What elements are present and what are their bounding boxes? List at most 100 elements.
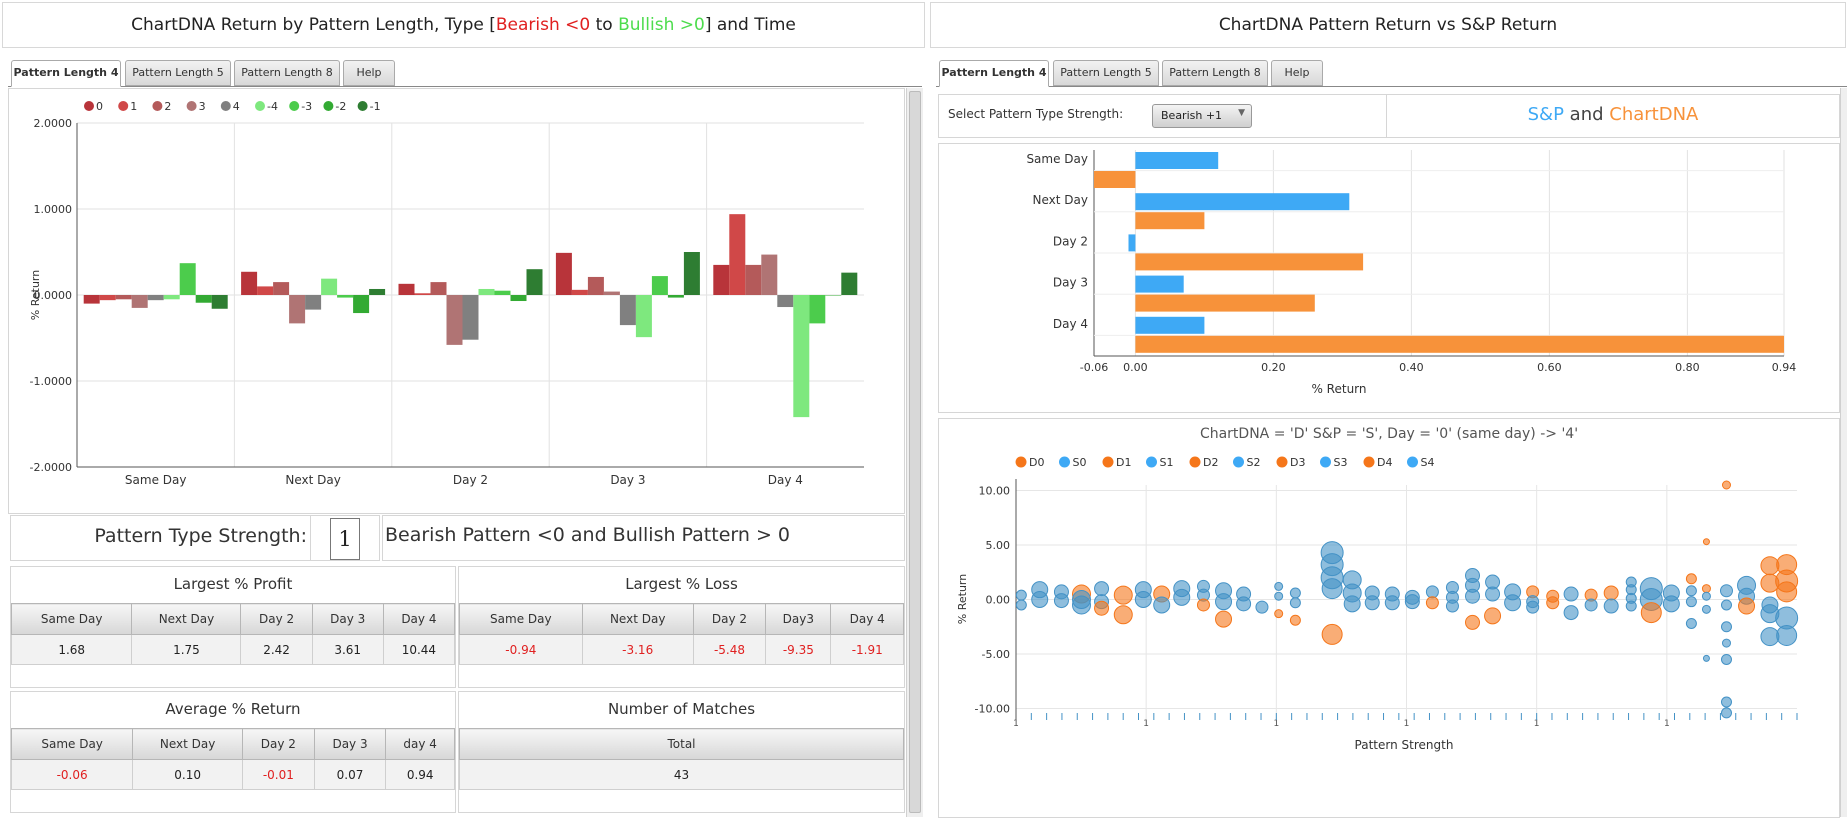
bubble (1685, 573, 1697, 585)
right-panel: ChartDNA Pattern Return vs S&P Return Pa… (930, 0, 1847, 823)
bar (337, 295, 354, 298)
bar (510, 295, 527, 302)
strength-label: Pattern Type Strength: (94, 525, 307, 547)
legend-marker (1276, 456, 1288, 468)
title-part-5: ] and Time (704, 15, 796, 35)
bubble (1685, 585, 1697, 597)
bubble (1364, 595, 1380, 611)
bar (1135, 335, 1784, 353)
tab-help[interactable]: Help (1271, 60, 1323, 86)
bubble (1702, 654, 1710, 662)
x-tick-label: 1 (1664, 719, 1670, 729)
left-panel: ChartDNA Return by Pattern Length, Type … (0, 0, 930, 823)
bubble (1255, 600, 1269, 614)
bubble (1685, 596, 1697, 608)
bar (257, 286, 274, 295)
bar (603, 291, 620, 295)
x-tick-label: Same Day (125, 473, 187, 487)
column-header: Same Day (10, 728, 134, 760)
pattern-strength-select[interactable]: Bearish +1 ▼ (1152, 104, 1252, 128)
bar (1135, 275, 1184, 293)
legend-label: 0 (96, 100, 103, 113)
y-tick-label: -1.0000 (30, 375, 72, 388)
left-scrollbar[interactable] (906, 88, 923, 817)
bubble (1196, 598, 1210, 612)
legend-label: S1 (1160, 456, 1174, 469)
right-panel-title: ChartDNA Pattern Return vs S&P Return (930, 2, 1846, 48)
bubble-chart-box: ChartDNA = 'D' S&P = 'S', Day = '0' (sam… (938, 418, 1840, 818)
column-header: Next Day (132, 728, 244, 760)
chevron-down-icon: ▼ (1238, 108, 1245, 118)
column-header: Day 2 (240, 603, 313, 635)
legend-label: S4 (1421, 456, 1435, 469)
bubble (1563, 605, 1579, 621)
bubble (1701, 584, 1711, 594)
bubble (1425, 585, 1439, 599)
bubble (1215, 593, 1233, 611)
tab-pattern-length-5[interactable]: Pattern Length 5 (125, 60, 231, 86)
table-header-row: Same Day Next Day Day 2 Day 3 Day 4 (10, 603, 456, 635)
bar (1128, 234, 1136, 252)
tab-pattern-length-5[interactable]: Pattern Length 5 (1053, 60, 1159, 86)
bar (635, 295, 652, 338)
table-cell: 0.94 (385, 759, 455, 790)
bar (571, 289, 588, 295)
right-scrollbar[interactable] (1840, 88, 1847, 817)
left-scrollbar-thumb[interactable] (909, 91, 921, 813)
number-of-matches-table: Total 43 (459, 728, 904, 790)
bar (478, 288, 495, 295)
bubble (1343, 595, 1361, 613)
column-header: Day 3 (311, 603, 384, 635)
tab-pattern-length-8[interactable]: Pattern Length 8 (234, 60, 340, 86)
tab-pattern-length-4[interactable]: Pattern Length 4 (939, 60, 1049, 87)
bar (179, 263, 196, 295)
table-row: 1.68 1.75 2.42 3.61 10.44 (10, 634, 456, 665)
bubble (1274, 581, 1284, 591)
bubble (1384, 595, 1400, 611)
bar (1135, 316, 1205, 334)
y-tick-label: -2.0000 (30, 461, 72, 474)
tab-pattern-length-4[interactable]: Pattern Length 4 (11, 60, 121, 87)
bubble (1031, 591, 1049, 608)
average-return-title: Average % Return (165, 700, 301, 718)
bubble (1173, 588, 1191, 606)
legend-label: -2 (335, 100, 346, 113)
tab-pattern-length-8[interactable]: Pattern Length 8 (1162, 60, 1268, 86)
strength-input[interactable]: 1 (330, 518, 360, 560)
bubble (1702, 538, 1710, 546)
table-cell: -5.48 (692, 634, 767, 665)
x-tick-label: Day 2 (453, 473, 488, 487)
x-axis-label: % Return (1311, 382, 1366, 396)
largest-loss-panel: Largest % Loss Same Day Next Day Day 2 D… (458, 566, 905, 688)
bubble (1445, 599, 1459, 613)
bar (353, 295, 370, 314)
x-tick-label: 1 (1143, 719, 1149, 729)
table-row: -0.06 0.10 -0.01 0.07 0.94 (10, 759, 455, 790)
bubble (1465, 588, 1481, 604)
bubble (1465, 614, 1481, 630)
y-tick-label: -10.00 (975, 703, 1010, 716)
bubble (1053, 593, 1069, 609)
bar (211, 295, 228, 309)
y-tick-label: -5.00 (982, 648, 1010, 661)
x-tick-label: 1 (1534, 719, 1540, 729)
bubble (1015, 589, 1027, 601)
legend-marker (1363, 456, 1375, 468)
table-cell: 0.07 (313, 759, 387, 790)
title-bearish: Bearish <0 (495, 15, 591, 35)
bubble (1701, 591, 1711, 601)
average-return-table: Same Day Next Day Day 2 Day 3 day 4 -0.0… (10, 728, 455, 790)
bubble (1274, 609, 1284, 619)
column-header: Day 4 (830, 603, 904, 635)
tab-help[interactable]: Help (343, 60, 395, 86)
y-tick-label: 1.0000 (34, 203, 73, 216)
legend-label: D1 (1116, 456, 1131, 469)
bar (587, 276, 604, 295)
bar (1094, 171, 1136, 188)
strength-description: Bearish Pattern <0 and Bullish Pattern >… (385, 524, 791, 546)
title-part-3: to (590, 15, 619, 35)
bubble (1289, 614, 1301, 626)
column-header: Same Day (459, 603, 583, 635)
x-tick-label: 0.20 (1261, 361, 1286, 374)
table-cell: 43 (459, 759, 904, 790)
